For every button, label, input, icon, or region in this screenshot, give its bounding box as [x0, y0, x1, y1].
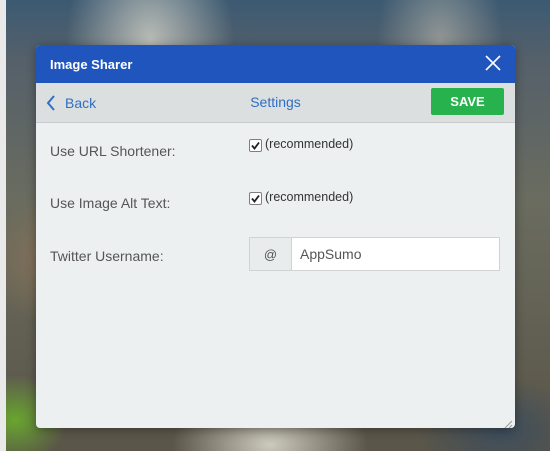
image-sharer-dialog: Image Sharer Back Settings SAVE Use URL …	[36, 45, 515, 428]
at-prefix: @	[249, 237, 291, 271]
resize-grip-icon	[504, 420, 513, 428]
dialog-titlebar: Image Sharer	[36, 45, 515, 83]
resize-handle[interactable]	[503, 416, 513, 428]
twitter-username-label: Twitter Username:	[50, 248, 164, 264]
close-button[interactable]	[483, 53, 503, 73]
background-edge	[0, 0, 6, 451]
dialog-title: Image Sharer	[50, 57, 133, 72]
checkmark-icon	[251, 194, 260, 203]
url-shortener-checkbox[interactable]	[249, 139, 262, 152]
url-shortener-note: (recommended)	[265, 137, 354, 151]
checkmark-icon	[251, 141, 260, 150]
image-alt-text-note: (recommended)	[265, 190, 354, 204]
close-icon	[485, 55, 501, 71]
twitter-username-input[interactable]	[291, 237, 500, 271]
settings-toolbar: Back Settings SAVE	[36, 83, 515, 123]
image-alt-text-label: Use Image Alt Text:	[50, 195, 171, 211]
url-shortener-label: Use URL Shortener:	[50, 143, 176, 159]
image-alt-text-checkbox[interactable]	[249, 192, 262, 205]
save-button[interactable]: SAVE	[431, 88, 504, 115]
